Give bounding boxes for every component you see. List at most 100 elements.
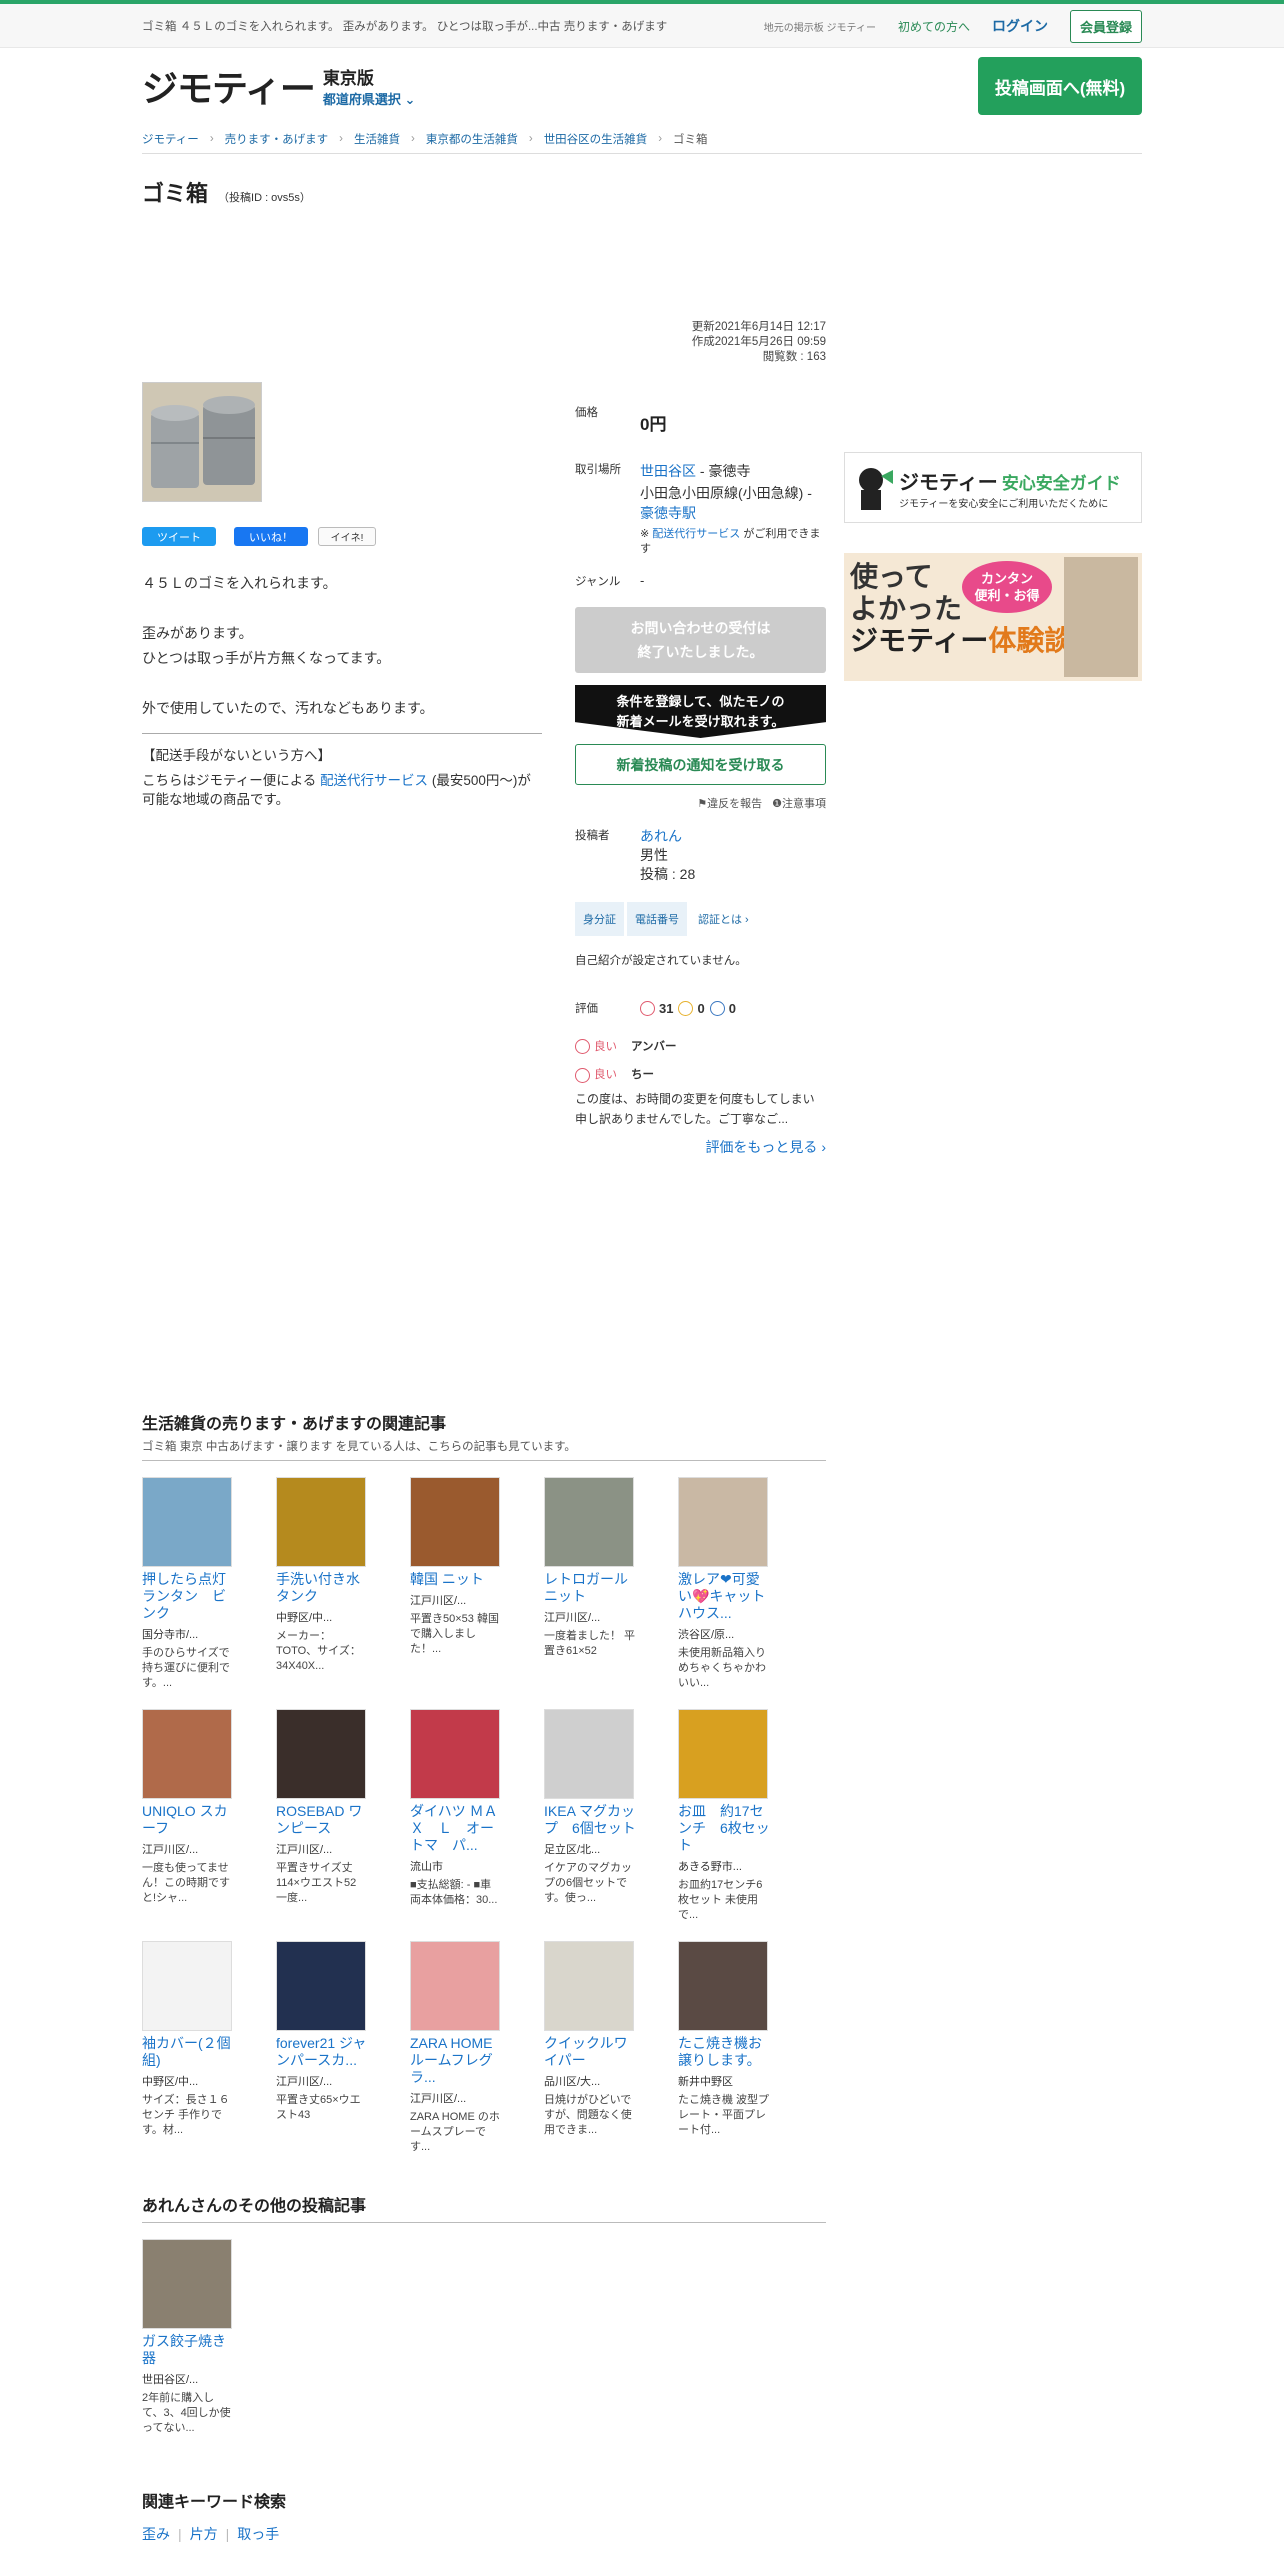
verification-info-link[interactable]: 認証とは › — [690, 902, 757, 936]
item-title-link[interactable]: ROSEBAD ワンピース — [276, 1803, 368, 1837]
ward-link[interactable]: 世田谷区 — [640, 463, 696, 479]
item-thumbnail[interactable] — [544, 1941, 634, 2031]
list-item[interactable]: レトロガールニット 江戸川区/... 一度着ました！ 平置き61×52 — [544, 1477, 678, 1709]
poster-name-link[interactable]: あれん — [640, 828, 682, 844]
site-logo[interactable]: ジモティー 東京版 都道府県選択 ⌄ — [142, 60, 415, 112]
inquiry-closed-button: お問い合わせの受付は 終了いたしました。 — [575, 607, 826, 673]
list-item[interactable]: 激レア❤︎可愛い💖キャットハウス... 渋谷区/原... 未使用新品箱入り めちゃく… — [678, 1477, 812, 1709]
item-title-link[interactable]: 袖カバー(２個組) — [142, 2035, 234, 2069]
list-item[interactable]: forever21 ジャンパースカ... 江戸川区/... 平置き丈65×ウエスト4… — [276, 1941, 410, 2173]
item-thumbnail[interactable] — [276, 1941, 366, 2031]
breadcrumb-item[interactable]: 世田谷区の生活雑貨 — [544, 131, 648, 147]
poster-row: 投稿者 あれん 男性 投稿 : 28 — [575, 827, 826, 884]
breadcrumb-item[interactable]: ジモティー — [142, 131, 199, 147]
caution-link[interactable]: 注意事項 — [782, 798, 826, 810]
login-link[interactable]: ログイン — [992, 16, 1048, 36]
first-time-link[interactable]: 初めての方へ — [898, 18, 970, 35]
tweet-button[interactable]: ツイート — [142, 527, 216, 546]
post-button[interactable]: 投稿画面へ(無料) — [978, 57, 1142, 115]
poster-label: 投稿者 — [575, 830, 610, 842]
notify-button[interactable]: 新着投稿の通知を受け取る — [575, 744, 826, 785]
item-thumbnail[interactable] — [410, 1477, 500, 1567]
item-title-link[interactable]: クイックルワイパー — [544, 2035, 636, 2069]
item-title-link[interactable]: 手洗い付き水タンク — [276, 1571, 368, 1605]
prefecture-select[interactable]: 都道府県選択 ⌄ — [323, 89, 416, 108]
item-thumbnail[interactable] — [142, 1941, 232, 2031]
iine-button[interactable]: イイネ! — [318, 527, 376, 546]
item-location: あきる野市... — [678, 1861, 742, 1873]
like-button[interactable]: いいね！ — [234, 527, 308, 546]
report-links: ⚑違反を報告 ❶注意事項 — [575, 795, 826, 811]
post-detail-column: 価格 0円 取引場所 世田谷区 - 豪徳寺 小田急小田原線(小田急線) - 豪徳寺… — [575, 404, 826, 1157]
item-title-link[interactable]: forever21 ジャンパースカ... — [276, 2035, 368, 2069]
keyword-link[interactable]: 片方 — [190, 2526, 218, 2542]
more-reviews-link[interactable]: 評価をもっと見る › — [705, 1139, 826, 1155]
list-item[interactable]: UNIQLO スカーフ 江戸川区/... 一度も使ってません！この時期ですと!シャ.… — [142, 1709, 276, 1941]
item-snippet: ■支払総額: - ■車両本体価格：30... — [410, 1879, 498, 1906]
keyword-link[interactable]: 取っ手 — [237, 2526, 279, 2542]
list-item[interactable]: IKEA マグカップ 6個セット 足立区/北... イケアのマグカップの6個セットで… — [544, 1709, 678, 1941]
item-title-link[interactable]: 激レア❤︎可愛い💖キャットハウス... — [678, 1571, 770, 1622]
item-thumbnail[interactable] — [142, 1709, 232, 1799]
other-posts: あれんさんのその他の投稿記事 ガス餃子焼き器 世田谷区/... 2年前に購入して、3… — [142, 2192, 826, 2471]
item-thumbnail[interactable] — [678, 1709, 768, 1799]
brand-header: ジモティー 東京版 都道府県選択 ⌄ 投稿画面へ(無料) — [0, 48, 1284, 124]
item-thumbnail[interactable] — [410, 1709, 500, 1799]
item-thumbnail[interactable] — [678, 1477, 768, 1567]
item-snippet: イケアのマグカップの6個セットです。使っ... — [544, 1862, 632, 1904]
delivery-service-link[interactable]: 配送代行サービス — [320, 773, 428, 788]
item-snippet: 2年前に購入して、3、4回しか使ってない... — [142, 2392, 231, 2434]
list-item[interactable]: ダイハツ ＭＡＸ Ｌ オートマ パ... 流山市 ■支払総額: - ■車両本体価格：… — [410, 1709, 544, 1941]
note-service-link[interactable]: 配送代行サービス — [652, 528, 740, 540]
item-thumbnail[interactable] — [276, 1709, 366, 1799]
genre-label: ジャンル — [575, 576, 621, 588]
item-snippet: サイズ：長さ１６センチ 手作りです。材... — [142, 2094, 230, 2136]
item-thumbnail[interactable] — [544, 1709, 634, 1799]
list-item[interactable]: クイックルワイパー 品川区/大... 日焼けがひどいですが、問題なく使用できま... — [544, 1941, 678, 2173]
item-location: 中野区/中... — [276, 1612, 333, 1624]
experience-banner[interactable]: 使って よかった ジモティー体験談 カンタン 便利・お得 — [844, 553, 1142, 681]
list-item[interactable]: ROSEBAD ワンピース 江戸川区/... 平置きサイズ丈114×ウエスト52 一… — [276, 1709, 410, 1941]
item-title-link[interactable]: たこ焼き機お譲りします。 — [678, 2035, 770, 2069]
list-item[interactable]: ガス餃子焼き器 世田谷区/... 2年前に購入して、3、4回しか使ってない... — [142, 2239, 276, 2471]
breadcrumb-item[interactable]: 売ります・あげます — [225, 131, 329, 147]
item-thumbnail[interactable] — [142, 2239, 232, 2329]
item-title-link[interactable]: ダイハツ ＭＡＸ Ｌ オートマ パ... — [410, 1803, 502, 1854]
alert-promo-banner[interactable]: 条件を登録して、似たモノの 新着メールを受け取れます。 — [575, 685, 826, 738]
register-button[interactable]: 会員登録 — [1069, 9, 1142, 43]
item-title-link[interactable]: UNIQLO スカーフ — [142, 1803, 234, 1837]
post-meta: 更新2021年6月14日 12:17 作成2021年5月26日 09:59 閲覧… — [664, 320, 826, 365]
breadcrumb-item[interactable]: 生活雑貨 — [354, 131, 400, 147]
item-thumbnail[interactable] — [678, 1941, 768, 2031]
item-thumbnail[interactable] — [544, 1477, 634, 1567]
safety-guide-banner[interactable]: ジモティー 安心安全ガイド ジモティーを安心安全にご利用いただくために — [844, 452, 1142, 523]
verification-badges: 身分証 電話番号 認証とは › — [575, 902, 826, 936]
list-item[interactable]: ZARA HOME ルームフレグラ... 江戸川区/... ZARA HOME のホ… — [410, 1941, 544, 2173]
description-line: ひとつは取っ手が片方無くなってます。 — [142, 650, 391, 666]
item-title-link[interactable]: ガス餃子焼き器 — [142, 2333, 234, 2367]
list-item[interactable]: お皿 約17センチ 6枚セット あきる野市... お皿約17センチ6枚セット 未使用… — [678, 1709, 812, 1941]
list-item[interactable]: たこ焼き機お譲りします。 新井中野区 たこ焼き機 波型プレート・平面プレート付... — [678, 1941, 812, 2173]
list-item[interactable]: 手洗い付き水タンク 中野区/中... メーカー：TOTO、サイズ：34X40X... — [276, 1477, 410, 1709]
item-thumbnail[interactable] — [276, 1477, 366, 1567]
item-title-link[interactable]: 押したら点灯 ランタン ビンク — [142, 1571, 234, 1622]
item-title-link[interactable]: レトロガールニット — [544, 1571, 636, 1605]
keyword-link[interactable]: 歪み — [142, 2526, 170, 2542]
list-item[interactable]: 押したら点灯 ランタン ビンク 国分寺市/... 手のひらサイズで持ち運びに便利です… — [142, 1477, 276, 1709]
item-title-link[interactable]: ZARA HOME ルームフレグラ... — [410, 2035, 502, 2086]
item-photo[interactable] — [142, 382, 262, 502]
post-left-column: ツイート いいね！ イイネ! ４５Ｌのゴミを入れられます。 歪みがあります。 ひ… — [142, 382, 542, 809]
report-link[interactable]: 違反を報告 — [707, 798, 762, 810]
item-title-link[interactable]: お皿 約17センチ 6枚セット — [678, 1803, 770, 1854]
place-row: 取引場所 世田谷区 - 豪徳寺 小田急小田原線(小田急線) - 豪徳寺駅 ※ 配… — [575, 461, 826, 557]
list-item[interactable]: 袖カバー(２個組) 中野区/中... サイズ：長さ１６センチ 手作りです。材... — [142, 1941, 276, 2173]
item-title-link[interactable]: 韓国 ニット — [410, 1571, 502, 1588]
normal-face-icon — [678, 1000, 694, 1016]
item-title-link[interactable]: IKEA マグカップ 6個セット — [544, 1803, 636, 1837]
self-introduction: 自己紹介が設定されていません。 — [575, 955, 747, 967]
breadcrumb-item[interactable]: 東京都の生活雑貨 — [426, 131, 518, 147]
station-link[interactable]: 豪徳寺駅 — [640, 505, 696, 521]
list-item[interactable]: 韓国 ニット 江戸川区/... 平置き50×53 韓国で購入しました！... — [410, 1477, 544, 1709]
item-thumbnail[interactable] — [142, 1477, 232, 1567]
item-thumbnail[interactable] — [410, 1941, 500, 2031]
